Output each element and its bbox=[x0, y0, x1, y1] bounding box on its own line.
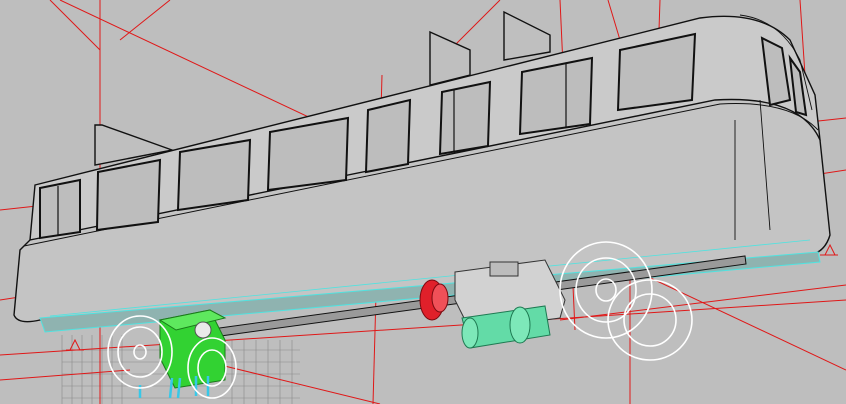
3d-perspective-viewport[interactable] bbox=[0, 0, 846, 404]
scene-canvas[interactable] bbox=[0, 0, 846, 404]
coupler-disc[interactable] bbox=[419, 279, 449, 321]
